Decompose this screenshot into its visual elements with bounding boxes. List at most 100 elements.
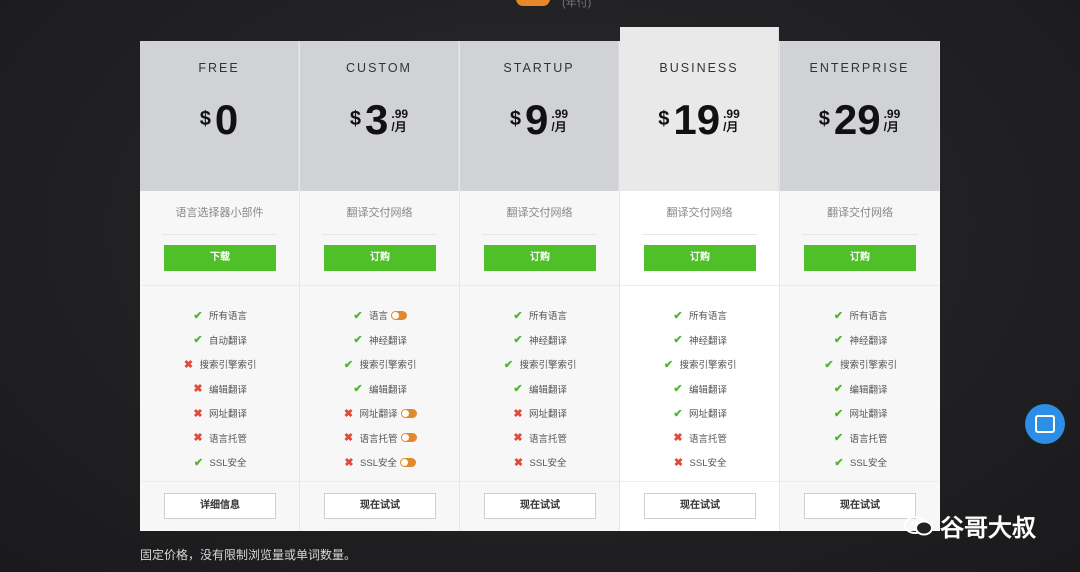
feature-item: ✔ 网址翻译 [780,401,940,426]
feature-list: ✔ 所有语言 ✔ 神经翻译 ✔ 搜索引擎索引 ✔ 编辑翻译 ✔ 网址翻译 ✔ 语… [780,303,940,475]
try-now-button[interactable]: 现在试试 [644,493,756,519]
pricing-footnote: 固定价格，没有限制浏览量或单词数量。 [140,548,357,562]
chat-icon [1035,415,1055,433]
feature-toggle[interactable] [399,457,416,467]
plan-description: 语言选择器小部件 [175,207,264,219]
feature-label: 搜索引擎索引 [839,360,897,372]
try-now-button[interactable]: 现在试试 [484,493,596,519]
feature-item: ✔ 网址翻译 [620,401,779,426]
price-currency: $ [199,108,211,130]
plan-price: $ 19 .99 /月 [620,96,778,144]
price-period: /月 [391,120,407,134]
watermark: 谷哥大叔 [904,508,1036,543]
check-icon: ✔ [673,334,683,347]
plan-description: 翻译交付网络 [827,207,893,219]
feature-item: ✔ 神经翻译 [620,328,779,353]
price-currency: $ [509,108,522,130]
price-currency: $ [658,108,670,130]
feature-toggle[interactable] [391,310,407,320]
price-amount: 0 [214,96,239,143]
cross-icon: ✖ [673,432,683,445]
feature-label: 搜索引擎索引 [359,360,417,372]
price-cents: .99 /月 [391,108,408,134]
cross-icon: ✖ [513,432,523,445]
feature-item: ✔ SSL安全 [780,450,940,475]
cross-icon: ✖ [193,432,203,445]
subscribe-button[interactable]: 订购 [484,245,596,271]
check-icon: ✔ [343,358,354,371]
feature-label: 神经翻译 [528,335,567,347]
feature-item: ✖ 网址翻译 [460,401,619,426]
plan-header: CUSTOM $ 3 .99 /月 [300,41,459,191]
feature-label: 语言托管 [208,433,247,445]
plan-header: BUSINESS $ 19 .99 /月 [620,27,779,191]
billing-toggle[interactable] [516,0,550,6]
feature-item: ✖ SSL安全 [300,450,459,475]
price-period: /月 [723,120,739,134]
feature-label: 所有语言 [849,311,888,323]
divider [460,285,619,286]
feature-label: 网址翻译 [528,409,567,421]
subscribe-button[interactable]: 下载 [164,245,276,271]
divider [322,234,437,235]
plan-column-free: FREE $ 0 语言选择器小部件 下载 ✔ 所有语言 ✔ 自动翻译 ✖ 搜索引… [140,41,300,531]
feature-item: ✖ 语言托管 [300,426,459,451]
feature-label: 语言 [368,311,388,323]
check-icon: ✔ [833,309,844,322]
plan-column-enterprise: ENTERPRISE $ 29 .99 /月 翻译交付网络 订购 ✔ 所有语言 … [780,41,940,531]
feature-label: 编辑翻译 [528,384,567,396]
feature-item: ✔ 编辑翻译 [620,377,779,402]
divider [140,481,299,482]
subscribe-button[interactable]: 订购 [804,245,916,271]
feature-item: ✔ 所有语言 [620,303,779,328]
feature-label: 编辑翻译 [849,384,888,396]
feature-label: 所有语言 [208,311,247,323]
chat-button[interactable] [1025,404,1065,444]
divider [642,234,757,235]
plan-column-startup: STARTUP $ 9 .99 /月 翻译交付网络 订购 ✔ 所有语言 ✔ 神经… [460,41,620,531]
feature-list: ✔ 所有语言 ✔ 神经翻译 ✔ 搜索引擎索引 ✔ 编辑翻译 ✖ 网址翻译 ✖ 语… [460,303,619,475]
feature-label: 神经翻译 [368,335,407,347]
check-icon: ✔ [193,456,204,469]
plan-price: $ 0 [140,96,298,144]
price-period: /月 [551,120,567,134]
try-now-button[interactable]: 现在试试 [324,493,436,519]
feature-label: 所有语言 [688,311,727,323]
feature-toggle[interactable] [400,408,417,418]
feature-item: ✖ 编辑翻译 [140,377,299,402]
plan-name: FREE [198,61,240,75]
check-icon: ✔ [513,334,523,347]
feature-label: 网址翻译 [208,409,247,421]
subscribe-button[interactable]: 订购 [324,245,436,271]
check-icon: ✔ [663,358,674,371]
feature-label: 网址翻译 [849,409,888,421]
try-now-button[interactable]: 详细信息 [164,493,276,519]
try-now-button[interactable]: 现在试试 [804,493,916,519]
price-amount: 9 [525,96,549,143]
plan-header: STARTUP $ 9 .99 /月 [460,41,619,191]
feature-toggle[interactable] [400,433,417,443]
watermark-text: 谷哥大叔 [940,515,1036,542]
plan-header: FREE $ 0 [140,41,299,191]
feature-item: ✔ 搜索引擎索引 [780,352,940,377]
check-icon: ✔ [353,334,363,347]
feature-label: SSL安全 [850,458,887,470]
divider [620,481,779,482]
price-currency: $ [818,108,830,130]
subscribe-button[interactable]: 订购 [644,245,756,271]
feature-list: ✔ 语言 ✔ 神经翻译 ✔ 搜索引擎索引 ✔ 编辑翻译 ✖ 网址翻译 ✖ 语言托… [300,303,459,475]
divider [300,481,459,482]
feature-item: ✖ 网址翻译 [140,401,299,426]
feature-item: ✔ 编辑翻译 [300,377,459,402]
cross-icon: ✖ [193,383,203,396]
check-icon: ✔ [833,334,844,347]
price-amount: 29 [833,96,881,143]
plan-description: 翻译交付网络 [506,207,573,219]
feature-item: ✔ 编辑翻译 [780,377,940,402]
cross-icon: ✖ [343,432,354,445]
feature-item: ✖ 搜索引擎索引 [140,352,299,377]
cross-icon: ✖ [193,407,203,420]
feature-item: ✔ 所有语言 [140,303,299,328]
feature-item: ✔ 神经翻译 [780,328,940,353]
feature-item: ✖ 语言托管 [620,426,779,451]
